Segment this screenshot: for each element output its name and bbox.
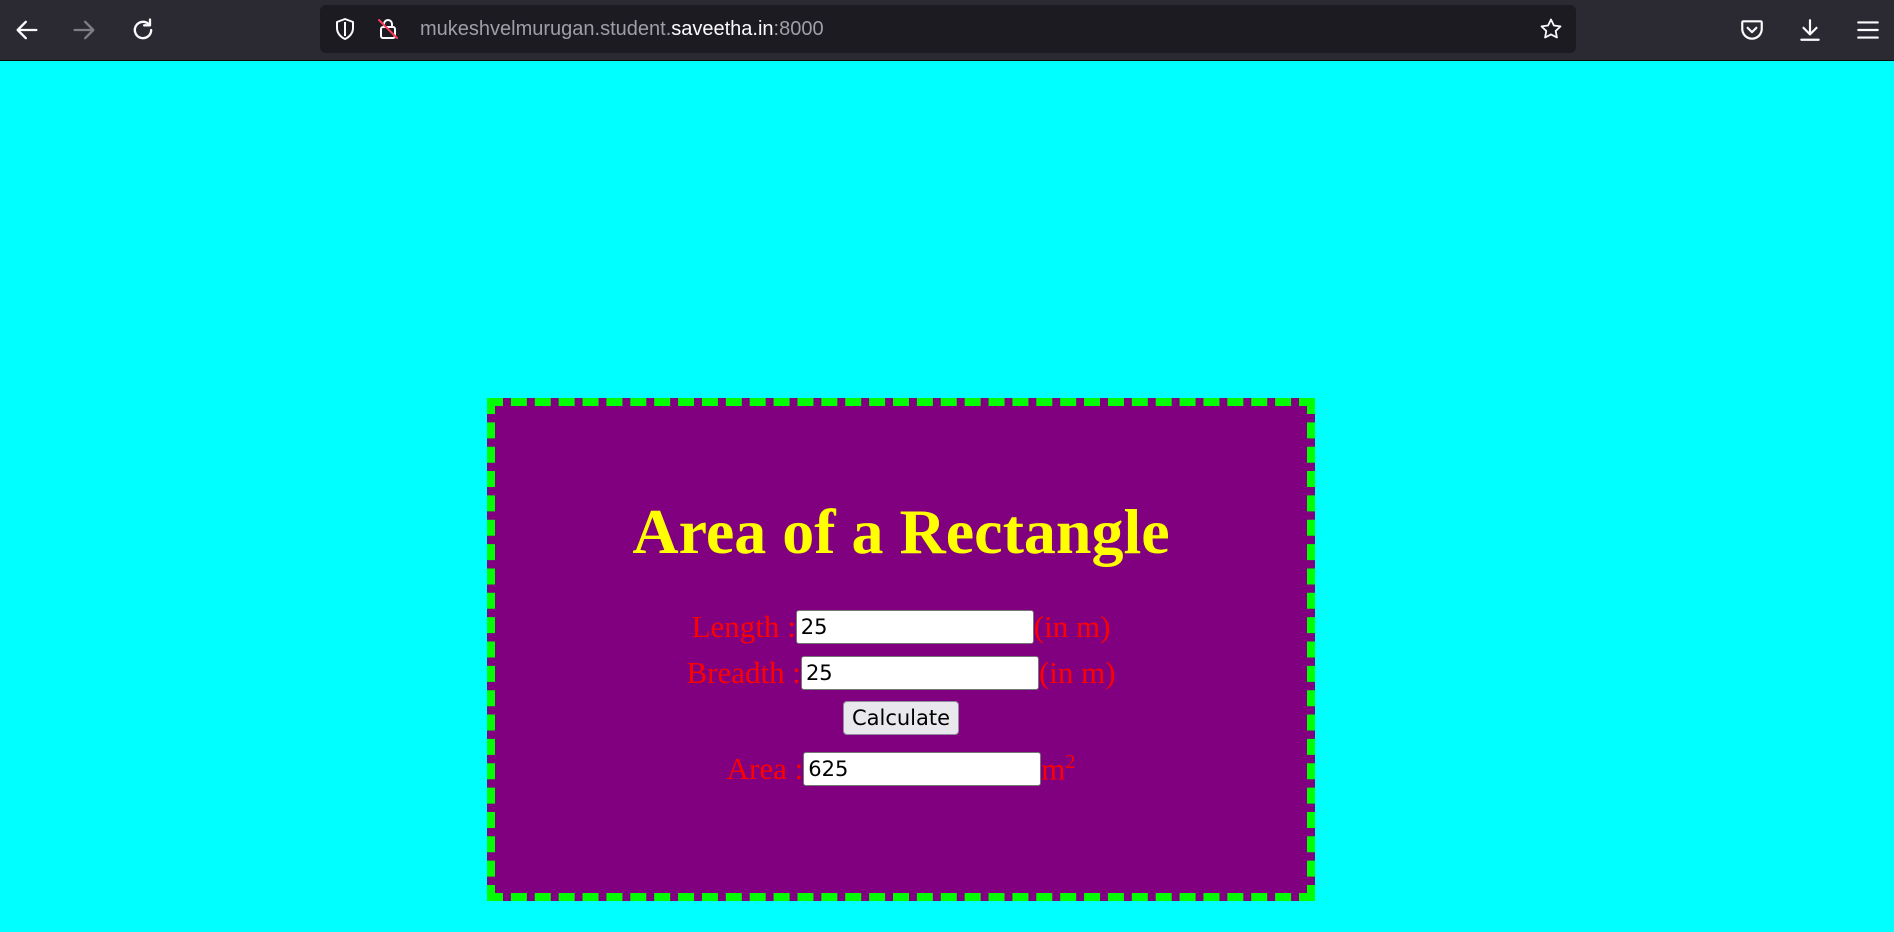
pocket-icon[interactable] bbox=[1734, 12, 1770, 48]
length-input[interactable] bbox=[795, 610, 1034, 644]
calculator-card: Area of a Rectangle Length : (in m) Brea… bbox=[487, 398, 1315, 901]
url-host: saveetha.in bbox=[671, 18, 774, 40]
shield-icon[interactable] bbox=[333, 17, 357, 41]
star-bookmark-icon[interactable] bbox=[1539, 17, 1563, 41]
url-port: :8000 bbox=[773, 18, 824, 40]
download-icon[interactable] bbox=[1792, 12, 1828, 48]
forward-arrow-icon[interactable] bbox=[66, 12, 102, 48]
breadth-row: Breadth : (in m) bbox=[495, 654, 1307, 692]
area-unit-base: m bbox=[1041, 751, 1066, 787]
back-arrow-icon[interactable] bbox=[9, 12, 45, 48]
url-text[interactable]: mukeshvelmurugan.student.saveetha.in:800… bbox=[420, 5, 824, 53]
area-output[interactable] bbox=[803, 752, 1042, 786]
breadth-unit: (in m) bbox=[1038, 655, 1116, 690]
length-unit: (in m) bbox=[1033, 609, 1111, 644]
area-unit-exponent: 2 bbox=[1065, 750, 1076, 773]
reload-icon[interactable] bbox=[125, 12, 161, 48]
browser-toolbar: mukeshvelmurugan.student.saveetha.in:800… bbox=[0, 0, 1894, 61]
url-bar[interactable]: mukeshvelmurugan.student.saveetha.in:800… bbox=[320, 5, 1576, 53]
calculate-button[interactable]: Calculate bbox=[842, 701, 960, 735]
page-title: Area of a Rectangle bbox=[632, 496, 1170, 567]
area-label: Area : bbox=[726, 751, 804, 786]
area-row: Area : m2 bbox=[495, 750, 1307, 788]
length-row: Length : (in m) bbox=[495, 608, 1307, 646]
hamburger-menu-icon[interactable] bbox=[1850, 12, 1886, 48]
breadth-input[interactable] bbox=[800, 656, 1039, 690]
insecure-lock-icon[interactable] bbox=[376, 17, 400, 41]
url-prefix: mukeshvelmurugan.student. bbox=[420, 18, 672, 40]
calculate-row: Calculate bbox=[495, 699, 1307, 737]
breadth-label: Breadth : bbox=[686, 655, 801, 690]
length-label: Length : bbox=[691, 609, 796, 644]
area-unit: m2 bbox=[1041, 751, 1075, 787]
